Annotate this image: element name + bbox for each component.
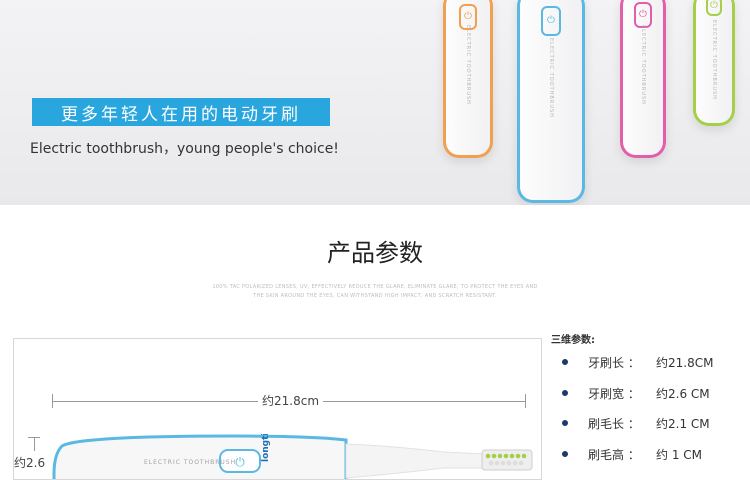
brush-text: ELECTRIC TOOTHBRUSH [548, 38, 554, 118]
banner-title: 更多年轻人在用的电动牙刷 [32, 98, 330, 126]
dimension-diagram: 约21.8cm 约2.6 ⏻ ELECTRIC TOOTHBRUSH longt… [13, 338, 542, 480]
toothbrush-side-view: ⏻ ELECTRIC TOOTHBRUSH longtio [52, 434, 533, 479]
toothbrush-pink: ⏻ ELECTRIC TOOTHBRUSH [620, 0, 666, 158]
brush-head [481, 449, 533, 471]
brush-side-text: ELECTRIC TOOTHBRUSH [144, 459, 236, 466]
power-icon: ⏻ [706, 0, 722, 16]
bullet-icon [562, 390, 568, 396]
spec-key: 刷毛高 ： [588, 448, 640, 462]
length-label: 约21.8cm [258, 392, 324, 409]
spec-value: 约2.1 CM [656, 417, 710, 431]
toothbrush-green: ⏻ ELECTRIC TOOTHBRUSH [693, 0, 735, 126]
bullet-icon [562, 451, 568, 457]
hero-banner: ⏻ ELECTRIC TOOTHBRUSH ⏻ ELECTRIC TOOTHBR… [0, 0, 750, 205]
length-dimension-tick-right [525, 394, 526, 408]
brush-text: ELECTRIC TOOTHBRUSH [640, 25, 646, 105]
brush-text: ELECTRIC TOOTHBRUSH [465, 25, 471, 105]
spec-value: 约2.6 CM [656, 387, 710, 401]
brush-neck [345, 443, 485, 479]
spec-key: 刷毛长 ： [588, 417, 640, 431]
bullet-icon [562, 359, 568, 365]
spec-value: 约21.8CM [656, 356, 714, 370]
fine-print-line-1: 100% TAC POLARIZED LENSES, UV, EFFECTIVE… [212, 284, 538, 290]
spec-value: 约 1 CM [656, 448, 702, 462]
brand-text: longtio [261, 434, 271, 462]
fine-print-line-2: THE SKIN AROUND THE EYES, CAN WITHSTAND … [253, 293, 497, 299]
toothbrush-orange: ⏻ ELECTRIC TOOTHBRUSH [443, 0, 493, 158]
bullet-icon [562, 420, 568, 426]
spec-key: 牙刷宽 ： [588, 387, 640, 401]
fine-print: 100% TAC POLARIZED LENSES, UV, EFFECTIVE… [150, 283, 600, 301]
toothbrush-blue: ⏻ ELECTRIC TOOTHBRUSH [517, 0, 585, 203]
length-dimension-tick-left [52, 394, 53, 408]
brush-body [52, 434, 348, 479]
tagline: Electric toothbrush，young people's choic… [30, 141, 339, 157]
spec-key: 牙刷长 ： [588, 356, 640, 370]
brush-text: ELECTRIC TOOTHBRUSH [711, 20, 717, 100]
power-icon: ⏻ [235, 455, 245, 469]
power-icon: ⏻ [541, 6, 561, 36]
section-title: 产品参数 [327, 239, 423, 267]
specs-title: 三维参数: [551, 335, 595, 346]
